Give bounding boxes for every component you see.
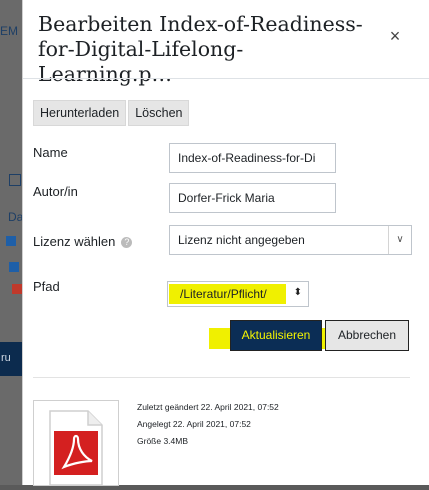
- license-label: Lizenz wählen?: [33, 234, 133, 249]
- path-select[interactable]: /Literatur/Pflicht/ ⬍: [167, 281, 309, 307]
- file-thumbnail: [33, 400, 119, 486]
- update-button[interactable]: Aktualisieren: [230, 320, 322, 351]
- author-field[interactable]: Dorfer-Frick Maria: [169, 183, 336, 213]
- modified-date: Zuletzt geändert 22. April 2021, 07:52: [137, 402, 279, 412]
- chevron-down-icon: ∨: [388, 226, 411, 254]
- author-label: Autor/in: [33, 184, 78, 199]
- help-icon[interactable]: ?: [121, 237, 133, 249]
- created-date: Angelegt 22. April 2021, 07:52: [137, 419, 251, 429]
- folder-icon: [9, 174, 21, 186]
- pdf-icon: [49, 410, 103, 486]
- toolbar: Herunterladen Löschen: [33, 100, 190, 126]
- download-button[interactable]: Herunterladen: [33, 100, 127, 126]
- path-label: Pfad: [33, 279, 60, 294]
- close-icon[interactable]: ×: [385, 26, 405, 46]
- divider: [33, 377, 410, 378]
- path-value: /Literatur/Pflicht/: [180, 287, 267, 301]
- license-select[interactable]: Lizenz nicht angegeben ∨: [169, 225, 412, 255]
- license-select-value: Lizenz nicht angegeben: [178, 233, 305, 247]
- divider: [23, 78, 429, 79]
- cancel-button[interactable]: Abbrechen: [325, 320, 409, 351]
- file-size: Größe 3.4MB: [137, 436, 189, 446]
- delete-button[interactable]: Löschen: [128, 100, 190, 126]
- background-fragment: EM: [0, 24, 18, 38]
- sort-icon: ⬍: [293, 287, 302, 298]
- background-button: ru: [0, 342, 22, 376]
- name-field[interactable]: Index-of-Readiness-for-Di: [169, 143, 336, 173]
- edit-file-dialog: Bearbeiten Index-of-Readiness-for-Digita…: [22, 0, 429, 486]
- license-label-text: Lizenz wählen: [33, 234, 116, 249]
- file-icon: [6, 236, 16, 246]
- pdf-icon: [12, 284, 22, 294]
- folder-icon: [9, 262, 19, 272]
- name-label: Name: [33, 145, 68, 160]
- dialog-title: Bearbeiten Index-of-Readiness-for-Digita…: [38, 12, 363, 86]
